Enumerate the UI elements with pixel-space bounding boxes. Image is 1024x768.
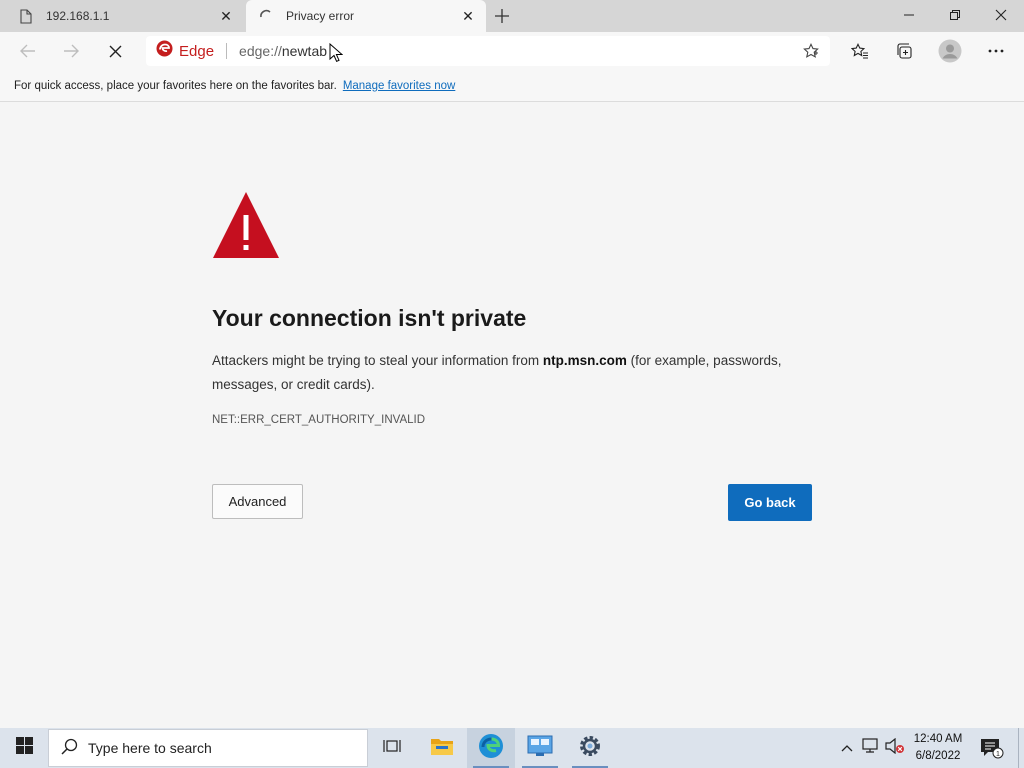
show-hidden-icons-button[interactable] xyxy=(838,728,856,768)
close-tab-icon[interactable]: ✕ xyxy=(456,4,480,28)
go-back-button[interactable]: Go back xyxy=(728,484,812,521)
favorites-bar: For quick access, place your favorites h… xyxy=(0,70,1024,102)
gear-icon xyxy=(578,734,602,763)
more-menu-icon[interactable] xyxy=(981,36,1011,66)
settings-app[interactable] xyxy=(566,728,614,768)
search-icon xyxy=(61,738,78,758)
navigation-toolbar: Edge edge://newtab xyxy=(0,32,1024,70)
action-center-button[interactable]: 1 xyxy=(978,736,1004,760)
remote-desktop-app[interactable] xyxy=(516,728,564,768)
add-favorite-star-icon[interactable] xyxy=(798,38,824,64)
folder-icon xyxy=(430,736,454,761)
profile-avatar-icon[interactable] xyxy=(935,36,965,66)
chevron-up-icon xyxy=(841,739,853,757)
new-tab-button[interactable] xyxy=(490,4,514,28)
taskbar: Type here to search 12:40 AM 6/8/2022 1 xyxy=(0,728,1024,768)
notification-icon: 1 xyxy=(978,739,1004,764)
url-scheme: edge:// xyxy=(239,43,282,59)
error-description: Attackers might be trying to steal your … xyxy=(212,349,812,397)
tab-title: 192.168.1.1 xyxy=(46,9,110,23)
edge-logo-icon xyxy=(478,733,504,764)
loading-spinner-icon xyxy=(258,8,274,24)
tab-privacy-error[interactable]: Privacy error ✕ xyxy=(246,0,486,32)
volume-button[interactable] xyxy=(884,728,906,768)
mouse-cursor-icon xyxy=(329,42,344,68)
stop-loading-button[interactable] xyxy=(100,36,130,66)
error-page: Your connection isn't private Attackers … xyxy=(0,103,1024,728)
file-explorer-app[interactable] xyxy=(418,728,466,768)
search-placeholder: Type here to search xyxy=(88,740,212,756)
tab-strip: 192.168.1.1 ✕ Privacy error ✕ xyxy=(0,0,1024,32)
address-bar[interactable]: Edge edge://newtab xyxy=(146,36,830,66)
taskbar-clock[interactable]: 12:40 AM 6/8/2022 xyxy=(906,731,970,765)
url-path: newtab xyxy=(281,43,328,59)
taskbar-search-box[interactable]: Type here to search xyxy=(48,729,368,767)
edge-identity[interactable]: Edge xyxy=(146,40,228,62)
tab-title: Privacy error xyxy=(286,9,355,23)
forward-button[interactable] xyxy=(56,36,86,66)
edge-app[interactable] xyxy=(467,728,515,768)
clock-date: 6/8/2022 xyxy=(915,750,961,762)
error-heading: Your connection isn't private xyxy=(212,305,527,331)
error-code[interactable]: NET::ERR_CERT_AUTHORITY_INVALID xyxy=(212,414,425,426)
tab-192-168-1-1[interactable]: 192.168.1.1 ✕ xyxy=(0,0,244,32)
page-icon xyxy=(18,8,34,24)
clock-time: 12:40 AM xyxy=(913,733,963,745)
svg-text:1: 1 xyxy=(996,751,1000,758)
collections-icon[interactable] xyxy=(890,36,920,66)
windows-logo-icon xyxy=(15,737,33,759)
monitor-app-icon xyxy=(527,735,553,762)
favorites-icon[interactable] xyxy=(845,36,875,66)
show-desktop-button[interactable] xyxy=(1018,728,1024,768)
favorites-bar-message: For quick access, place your favorites h… xyxy=(14,79,337,92)
warning-triangle-icon xyxy=(212,191,280,264)
manage-favorites-link[interactable]: Manage favorites now xyxy=(343,80,456,92)
desc-part-1: Attackers might be trying to steal your … xyxy=(212,353,543,368)
start-button[interactable] xyxy=(0,728,48,768)
edge-logo-icon xyxy=(156,40,173,62)
minimize-button[interactable] xyxy=(886,0,932,30)
error-domain: ntp.msn.com xyxy=(542,353,627,368)
volume-muted-icon xyxy=(885,737,905,759)
restore-button[interactable] xyxy=(932,0,978,30)
url-text[interactable]: edge://newtab xyxy=(227,43,327,59)
back-button[interactable] xyxy=(13,36,43,66)
network-status-button[interactable] xyxy=(860,728,882,768)
advanced-button[interactable]: Advanced xyxy=(212,484,303,519)
close-tab-icon[interactable]: ✕ xyxy=(214,4,238,28)
brand-label: Edge xyxy=(179,42,215,60)
close-window-button[interactable] xyxy=(978,0,1024,30)
task-view-icon xyxy=(383,738,401,759)
network-icon xyxy=(862,737,880,759)
task-view-button[interactable] xyxy=(368,728,416,768)
